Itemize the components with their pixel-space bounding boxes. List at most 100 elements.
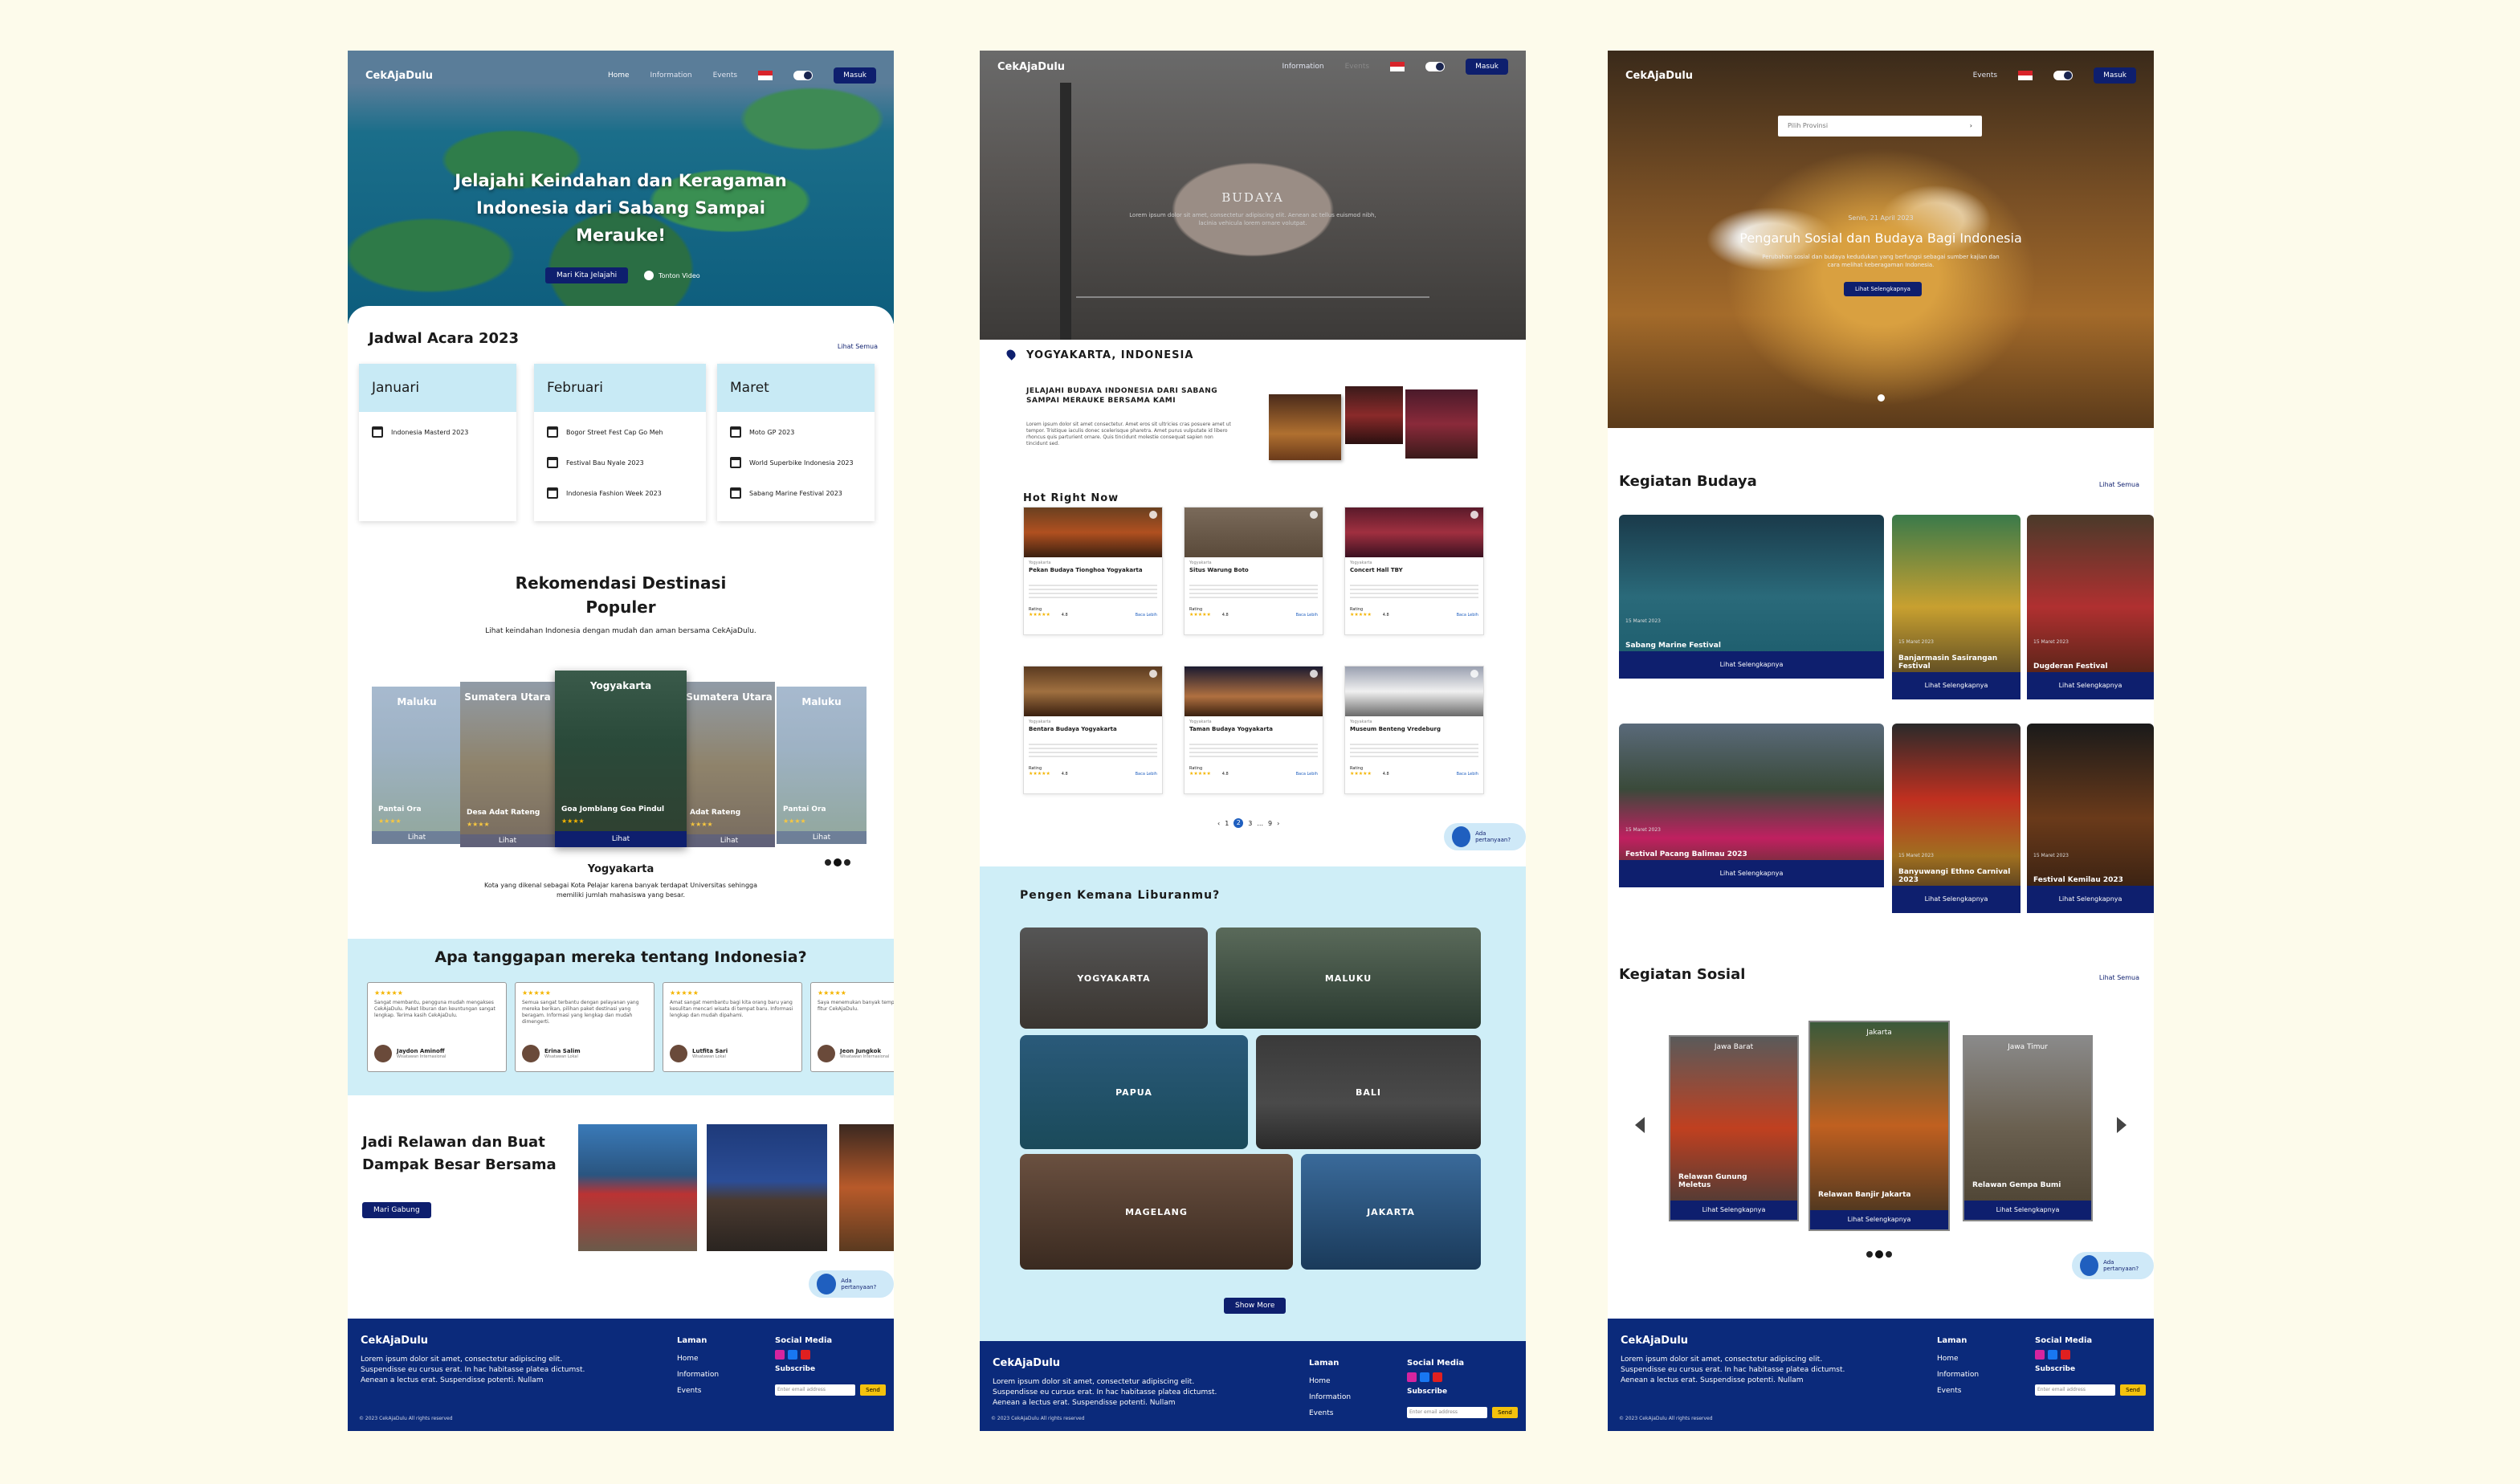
budaya-see-all[interactable]: Lihat Semua <box>2099 481 2139 488</box>
destination-card[interactable]: Maluku Pantai Ora ★★★★ Lihat <box>372 687 462 844</box>
footer-link-home[interactable]: Home <box>1309 1377 1351 1385</box>
email-input[interactable]: Enter email address <box>775 1384 855 1396</box>
flag-icon[interactable] <box>1390 62 1405 71</box>
page-number[interactable]: 9 <box>1268 820 1272 827</box>
event-item[interactable]: Indonesia Fashion Week 2023 <box>547 487 662 499</box>
event-item[interactable]: Indonesia Masterd 2023 <box>372 426 468 438</box>
footer-link-events[interactable]: Events <box>1937 1387 1979 1395</box>
sosial-card[interactable]: Jawa Timur Relawan Gempa Bumi Lihat Seleng… <box>1963 1035 2093 1221</box>
bookmark-icon[interactable] <box>1149 511 1157 519</box>
budaya-card[interactable]: 15 Maret 2023 Banjarmasin Sasirangan Fest… <box>1892 515 2020 699</box>
sosial-more-button[interactable]: Lihat Selengkapnya <box>1810 1210 1948 1229</box>
event-item[interactable]: Sabang Marine Festival 2023 <box>730 487 842 499</box>
bookmark-icon[interactable] <box>1310 511 1318 519</box>
sosial-more-button[interactable]: Lihat Selengkapnya <box>1964 1201 2091 1220</box>
event-item[interactable]: World Superbike Indonesia 2023 <box>730 457 854 468</box>
read-more-link[interactable]: Baca Lebih <box>1457 772 1478 777</box>
bookmark-icon[interactable] <box>1470 511 1478 519</box>
flag-icon[interactable] <box>2018 71 2033 80</box>
destination-view-button[interactable]: Lihat <box>555 831 687 847</box>
budaya-more-button[interactable]: Lihat Selengkapnya <box>1892 886 2020 913</box>
event-item[interactable]: Moto GP 2023 <box>730 426 794 438</box>
sosial-card[interactable]: Jawa Barat Relawan Gunung Meletus Lihat Se… <box>1669 1035 1799 1221</box>
budaya-card[interactable]: 15 Maret 2023 Festival Pacang Balimau 202… <box>1619 724 1884 887</box>
send-button[interactable]: Send <box>2120 1384 2146 1396</box>
send-button[interactable]: Send <box>1492 1407 1518 1418</box>
join-button[interactable]: Mari Gabung <box>362 1202 431 1218</box>
arrow-left-icon[interactable] <box>1635 1117 1645 1133</box>
budaya-card[interactable]: 15 Maret 2023 Banyuwangi Ethno Carnival 2… <box>1892 724 2020 913</box>
login-button[interactable]: Masuk <box>1466 59 1508 75</box>
hot-card[interactable]: Yogyakarta Museum Benteng Vredeburg Rating… <box>1344 666 1484 794</box>
instagram-icon[interactable] <box>775 1350 785 1360</box>
facebook-icon[interactable] <box>1420 1372 1429 1382</box>
destination-tile[interactable]: MAGELANG <box>1020 1154 1293 1270</box>
budaya-more-button[interactable]: Lihat Selengkapnya <box>2027 886 2154 913</box>
flag-icon[interactable] <box>758 71 773 80</box>
theme-toggle[interactable] <box>2053 71 2073 80</box>
province-select[interactable]: Pilih Provinsi › <box>1778 116 1982 137</box>
show-more-button[interactable]: Show More <box>1224 1298 1287 1314</box>
hot-card[interactable]: Yogyakarta Bentara Budaya Yogyakarta Ratin… <box>1023 666 1163 794</box>
email-input[interactable]: Enter email address <box>1407 1407 1487 1418</box>
bookmark-icon[interactable] <box>1470 670 1478 678</box>
schedule-see-all[interactable]: Lihat Semua <box>838 343 878 350</box>
sosial-dots[interactable] <box>1866 1250 1892 1258</box>
read-more-link[interactable]: Baca Lebih <box>1136 772 1157 777</box>
facebook-icon[interactable] <box>2048 1350 2057 1360</box>
footer-link-information[interactable]: Information <box>1937 1371 1979 1379</box>
page-number[interactable]: ... <box>1257 820 1263 827</box>
budaya-card[interactable]: 15 Maret 2023 Dugderan Festival Lihat Sele… <box>2027 515 2154 699</box>
budaya-card[interactable]: 15 Maret 2023 Sabang Marine Festival Lihat… <box>1619 515 1884 679</box>
destination-tile[interactable]: YOGYAKARTA <box>1020 928 1208 1029</box>
next-page-icon[interactable]: › <box>1277 820 1279 827</box>
hero-slider-bar[interactable] <box>1076 296 1429 298</box>
explore-button[interactable]: Mari Kita Jelajahi <box>545 267 629 283</box>
destination-tile[interactable]: MALUKU <box>1216 928 1481 1029</box>
youtube-icon[interactable] <box>1433 1372 1442 1382</box>
brand-logo[interactable]: CekAjaDulu <box>365 70 433 82</box>
nav-events[interactable]: Events <box>1973 71 1997 80</box>
sosial-see-all[interactable]: Lihat Semua <box>2099 974 2139 981</box>
hot-card[interactable]: Yogyakarta Pekan Budaya Tionghoa Yogyakar… <box>1023 507 1163 635</box>
budaya-card[interactable]: 15 Maret 2023 Festival Kemilau 2023 Lihat … <box>2027 724 2154 913</box>
read-more-link[interactable]: Baca Lebih <box>1296 772 1318 777</box>
arrow-right-icon[interactable] <box>2117 1117 2127 1133</box>
prev-page-icon[interactable]: ‹ <box>1217 820 1220 827</box>
brand-logo[interactable]: CekAjaDulu <box>1625 70 1693 82</box>
destination-card[interactable]: Maluku Pantai Ora ★★★★ Lihat <box>777 687 867 844</box>
theme-toggle[interactable] <box>1425 62 1446 71</box>
destination-tile[interactable]: BALI <box>1256 1035 1481 1149</box>
hot-card[interactable]: Yogyakarta Situs Warung Boto Rating ★★★★★ 4.… <box>1184 507 1323 635</box>
read-more-link[interactable]: Baca Lebih <box>1136 613 1157 618</box>
theme-toggle[interactable] <box>793 71 813 80</box>
login-button[interactable]: Masuk <box>2094 67 2136 84</box>
footer-link-information[interactable]: Information <box>1309 1393 1351 1401</box>
destination-tile[interactable]: JAKARTA <box>1301 1154 1481 1270</box>
hot-card[interactable]: Yogyakarta Taman Budaya Yogyakarta Rating ★… <box>1184 666 1323 794</box>
chat-widget[interactable]: Ada pertanyaan? <box>2072 1252 2154 1279</box>
hero-cta-button[interactable]: Lihat Selengkapnya <box>1844 282 1922 296</box>
budaya-more-button[interactable]: Lihat Selengkapnya <box>1892 672 2020 699</box>
nav-information[interactable]: Information <box>650 71 692 80</box>
youtube-icon[interactable] <box>801 1350 810 1360</box>
instagram-icon[interactable] <box>1407 1372 1417 1382</box>
instagram-icon[interactable] <box>2035 1350 2045 1360</box>
nav-events[interactable]: Events <box>713 71 737 80</box>
facebook-icon[interactable] <box>788 1350 797 1360</box>
play-icon[interactable] <box>644 271 654 280</box>
event-item[interactable]: Festival Bau Nyale 2023 <box>547 457 644 468</box>
brand-logo[interactable]: CekAjaDulu <box>997 61 1065 73</box>
nav-events[interactable]: Events <box>1345 63 1369 71</box>
destination-card[interactable]: Yogyakarta Goa Jomblang Goa Pindul ★★★★ Lih… <box>555 671 687 847</box>
email-input[interactable]: Enter email address <box>2035 1384 2115 1396</box>
bookmark-icon[interactable] <box>1310 670 1318 678</box>
footer-link-home[interactable]: Home <box>677 1355 719 1363</box>
budaya-more-button[interactable]: Lihat Selengkapnya <box>1619 651 1884 679</box>
destination-card[interactable]: Sumatera Utara Adat Rateng ★★★★ Lihat <box>683 682 775 847</box>
hero-dot[interactable] <box>1878 394 1885 402</box>
event-item[interactable]: Bogor Street Fest Cap Go Meh <box>547 426 663 438</box>
nav-home[interactable]: Home <box>608 71 630 80</box>
destination-card[interactable]: Sumatera Utara Desa Adat Rateng ★★★★ Lihat <box>460 682 555 847</box>
sosial-more-button[interactable]: Lihat Selengkapnya <box>1670 1201 1797 1220</box>
